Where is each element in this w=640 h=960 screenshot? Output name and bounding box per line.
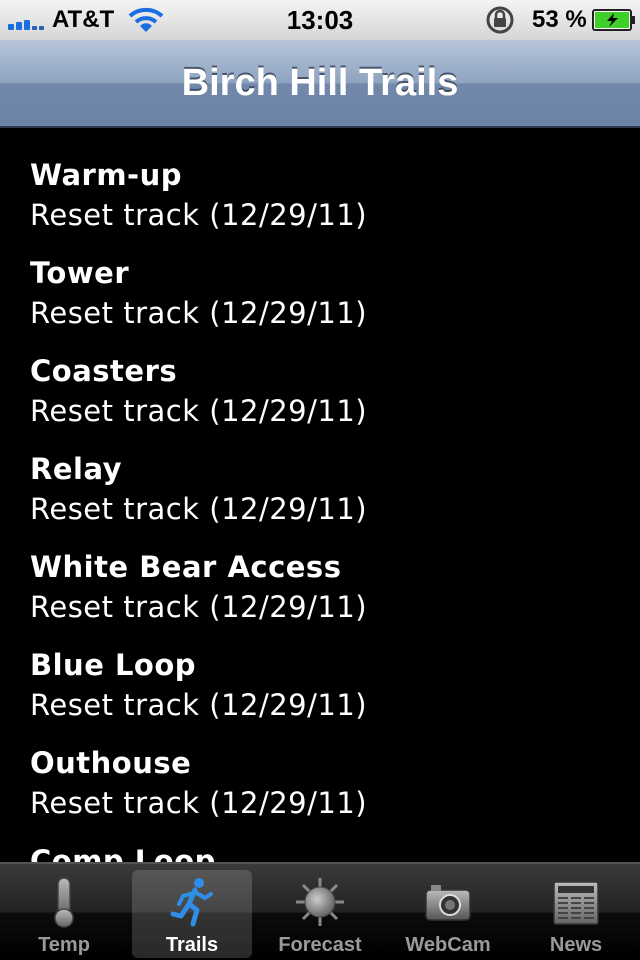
list-item[interactable]: Relay Reset track (12/29/11): [30, 424, 630, 526]
tab-temp[interactable]: Temp: [4, 870, 124, 958]
tab-bar: Temp Trails Forecast WebCam News: [0, 862, 640, 960]
tab-label: Trails: [165, 934, 219, 956]
status-bar: AT&T 13:03 53 %: [0, 0, 640, 40]
trail-name: White Bear Access: [30, 550, 342, 584]
tab-label: News: [549, 934, 603, 956]
trail-status: Reset track (12/29/11): [30, 394, 368, 428]
tab-news[interactable]: News: [516, 870, 636, 958]
camera-icon: [425, 885, 471, 921]
tab-label: WebCam: [405, 934, 491, 956]
trail-status: Reset track (12/29/11): [30, 688, 368, 722]
sun-icon: [296, 878, 344, 926]
tab-trails[interactable]: Trails: [132, 870, 252, 958]
trail-name: Warm-up: [30, 158, 182, 192]
thermometer-icon: [54, 877, 74, 928]
list-item[interactable]: Coasters Reset track (12/29/11): [30, 326, 630, 428]
skier-icon: [170, 878, 213, 927]
trail-status: Reset track (12/29/11): [30, 786, 368, 820]
tab-label: Temp: [38, 934, 90, 956]
battery-percentage: 53 %: [532, 6, 587, 33]
battery-icon: [592, 9, 635, 31]
list-item[interactable]: Outhouse Reset track (12/29/11): [30, 718, 630, 820]
tab-webcam[interactable]: WebCam: [388, 870, 508, 958]
trail-status: Reset track (12/29/11): [30, 492, 368, 526]
list-item[interactable]: White Bear Access Reset track (12/29/11): [30, 522, 630, 624]
screen: AT&T 13:03 53 % Birch Hill Trails Warm-u…: [0, 0, 640, 960]
list-item[interactable]: Tower Reset track (12/29/11): [30, 228, 630, 330]
tab-label: Forecast: [278, 934, 362, 956]
rotation-lock-icon: [486, 6, 514, 34]
newspaper-icon: [553, 881, 599, 925]
trail-name: Relay: [30, 452, 123, 486]
trail-list[interactable]: Warm-up Reset track (12/29/11) Tower Res…: [0, 130, 640, 862]
trail-name: Outhouse: [30, 746, 192, 780]
trail-status: Reset track (12/29/11): [30, 296, 368, 330]
trail-name: Comp Loop: [30, 844, 216, 862]
navigation-bar: Birch Hill Trails: [0, 40, 640, 128]
trail-status: Reset track (12/29/11): [30, 590, 368, 624]
trail-name: Blue Loop: [30, 648, 197, 682]
list-item[interactable]: Blue Loop Reset track (12/29/11): [30, 620, 630, 722]
trail-status: Reset track (12/29/11): [30, 198, 368, 232]
page-title: Birch Hill Trails: [181, 62, 459, 104]
trail-name: Coasters: [30, 354, 178, 388]
trail-name: Tower: [30, 256, 130, 290]
tab-forecast[interactable]: Forecast: [260, 870, 380, 958]
list-item[interactable]: Warm-up Reset track (12/29/11): [30, 130, 630, 232]
list-item[interactable]: Comp Loop: [30, 816, 630, 862]
